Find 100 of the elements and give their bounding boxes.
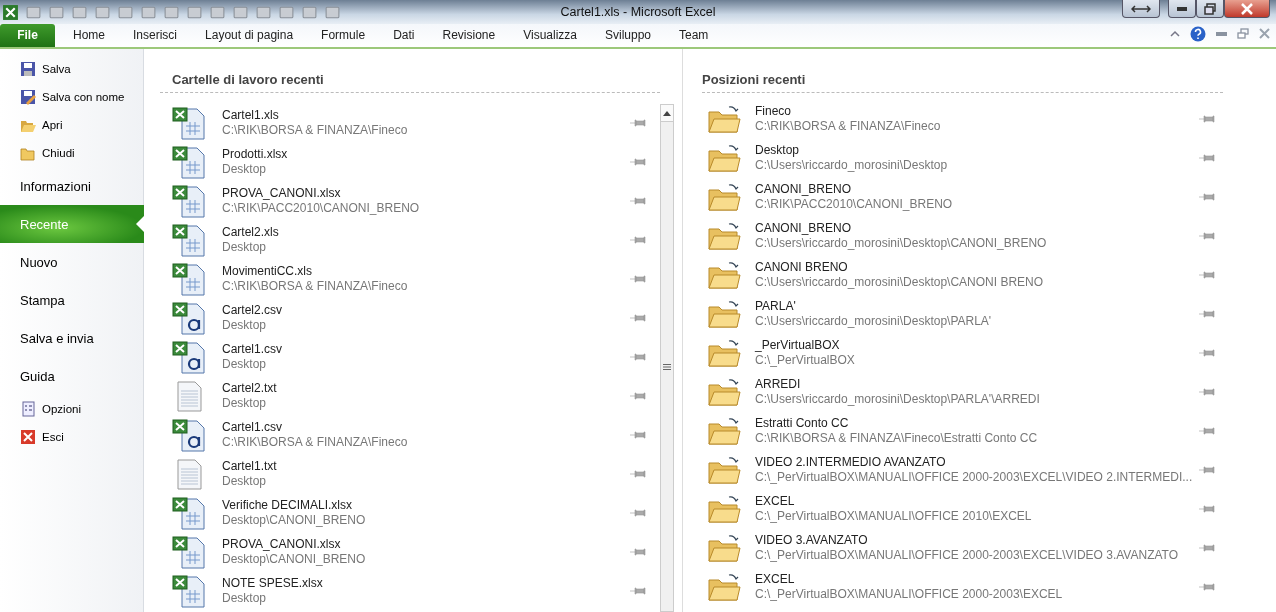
pin-icon[interactable] <box>1199 269 1215 280</box>
pin-icon[interactable] <box>1199 191 1215 202</box>
excel-icon[interactable] <box>2 3 19 21</box>
pin-icon[interactable] <box>630 195 646 206</box>
pin-icon[interactable] <box>1199 347 1215 358</box>
minimize-icon[interactable] <box>1216 31 1227 36</box>
folder-path: C:\RIK\PACC2010\CANONI_BRENO <box>755 196 954 212</box>
sidebar-item[interactable]: Salva con nome <box>0 83 144 111</box>
ribbon-tab[interactable]: Layout di pagina <box>191 24 308 47</box>
file-path: C:\RIK\PACC2010\CANONI_BRENO <box>222 200 421 216</box>
close-icon <box>20 429 36 445</box>
file-name[interactable]: Verifiche DECIMALI.xlsx <box>222 497 630 513</box>
pin-icon[interactable] <box>1199 230 1215 241</box>
restore-icon[interactable] <box>1237 28 1249 39</box>
pin-icon[interactable] <box>630 507 646 518</box>
pin-icon[interactable] <box>630 234 646 245</box>
file-name[interactable]: Cartel1.xls <box>222 107 630 123</box>
pin-icon[interactable] <box>1199 581 1215 592</box>
folder-path: C:\_PerVirtualBOX\MANUALI\OFFICE 2000-2003\EXCEL <box>755 586 1064 602</box>
ribbon-tab[interactable]: Formule <box>307 24 380 47</box>
close-icon[interactable] <box>1259 28 1270 39</box>
folder-name[interactable]: Fineco <box>755 103 1199 119</box>
sidebar-item[interactable]: Apri <box>0 111 144 139</box>
pin-icon[interactable] <box>630 468 646 479</box>
pin-icon[interactable] <box>1199 386 1215 397</box>
file-name[interactable]: Cartel1.csv <box>222 341 630 357</box>
ribbon-tab[interactable]: File <box>0 24 55 47</box>
ribbon-tab[interactable]: Team <box>665 24 723 47</box>
file-name[interactable]: NOTE SPESE.xlsx <box>222 575 630 591</box>
pin-icon[interactable] <box>630 273 646 284</box>
pin-icon[interactable] <box>1199 113 1215 124</box>
sidebar-item[interactable]: Nuovo <box>0 243 144 281</box>
file-path: Desktop\CANONI_BRENO <box>222 512 367 528</box>
folder-name[interactable]: EXCEL <box>755 493 1199 509</box>
folder-name[interactable]: Desktop <box>755 142 1199 158</box>
pin-icon[interactable] <box>1199 464 1215 475</box>
sidebar-item[interactable]: Stampa <box>0 281 144 319</box>
grip-icon[interactable] <box>663 363 671 370</box>
pin-icon[interactable] <box>1199 503 1215 514</box>
folder-name[interactable]: VIDEO 3.AVANZATO <box>755 532 1199 548</box>
sidebar-item[interactable]: Opzioni <box>0 395 144 423</box>
floppy-disk-pencil-icon <box>20 89 36 105</box>
pin-icon[interactable] <box>630 117 646 128</box>
ribbon-tab[interactable]: Revisione <box>428 24 510 47</box>
pin-icon[interactable] <box>1199 542 1215 553</box>
pin-icon[interactable] <box>630 390 646 401</box>
file-name[interactable]: Prodotti.xlsx <box>222 146 630 162</box>
scrollbar[interactable] <box>660 104 674 612</box>
pin-icon[interactable] <box>630 312 646 323</box>
scroll-up-icon[interactable] <box>663 110 671 116</box>
minimize-button[interactable] <box>1168 0 1196 18</box>
pin-icon[interactable] <box>630 156 646 167</box>
ribbon-tab[interactable]: Sviluppo <box>591 24 665 47</box>
file-name[interactable]: Cartel2.xls <box>222 224 630 240</box>
file-name[interactable]: Cartel2.csv <box>222 302 630 318</box>
folder-name[interactable]: _PerVirtualBOX <box>755 337 1199 353</box>
ribbon-tab[interactable]: Visualizza <box>509 24 591 47</box>
pin-icon[interactable] <box>630 429 646 440</box>
sidebar-item[interactable]: Salva e invia <box>0 319 144 357</box>
folder-name[interactable]: EXCEL <box>755 571 1199 587</box>
folder-name[interactable]: Estratti Conto CC <box>755 415 1199 431</box>
file-path: Desktop <box>222 395 268 411</box>
sidebar-item[interactable]: Esci <box>0 423 144 451</box>
folder-name[interactable]: VIDEO 2.INTERMEDIO AVANZATO <box>755 454 1199 470</box>
folder-icon <box>707 571 741 602</box>
pin-icon[interactable] <box>630 585 646 596</box>
ribbon-tab[interactable]: Dati <box>379 24 429 47</box>
file-name[interactable]: Cartel1.csv <box>222 419 630 435</box>
file-name[interactable]: MovimentiCC.xls <box>222 263 630 279</box>
folder-name[interactable]: PARLA' <box>755 298 1199 314</box>
pin-icon[interactable] <box>630 351 646 362</box>
folder-icon <box>707 532 741 563</box>
folder-icon <box>707 103 741 134</box>
sidebar-item[interactable]: Guida <box>0 357 144 395</box>
pin-icon[interactable] <box>630 546 646 557</box>
sidebar-item[interactable]: Chiudi <box>0 139 144 167</box>
ribbon-tab[interactable]: Inserisci <box>119 24 192 47</box>
folder-name[interactable]: CANONI BRENO <box>755 259 1199 275</box>
pin-icon[interactable] <box>1199 308 1215 319</box>
help-icon[interactable] <box>1190 25 1206 42</box>
ribbon-tab[interactable]: Home <box>59 24 119 47</box>
file-name[interactable]: PROVA_CANONI.xlsx <box>222 185 630 201</box>
file-name[interactable]: Cartel2.txt <box>222 380 630 396</box>
resize-button[interactable] <box>1122 0 1160 18</box>
pin-icon[interactable] <box>1199 152 1215 163</box>
maximize-button[interactable] <box>1196 0 1224 18</box>
sidebar-item[interactable]: Salva <box>0 55 144 83</box>
caret-up-icon[interactable] <box>1170 30 1180 37</box>
close-button[interactable] <box>1224 0 1270 18</box>
file-path: Desktop <box>222 239 268 255</box>
folder-path: C:\RIK\BORSA & FINANZA\Fineco\Estratti Conto CC <box>755 430 1039 446</box>
file-name[interactable]: Cartel1.txt <box>222 458 630 474</box>
folder-name[interactable]: CANONI_BRENO <box>755 181 1199 197</box>
folder-icon <box>707 454 741 485</box>
pin-icon[interactable] <box>1199 425 1215 436</box>
folder-name[interactable]: ARREDI <box>755 376 1199 392</box>
file-name[interactable]: PROVA_CANONI.xlsx <box>222 536 630 552</box>
folder-path: C:\Users\riccardo_morosini\Desktop\CANONI_BRENO <box>755 235 1048 251</box>
folder-name[interactable]: CANONI_BRENO <box>755 220 1199 236</box>
sidebar-item[interactable]: Informazioni <box>0 167 144 205</box>
